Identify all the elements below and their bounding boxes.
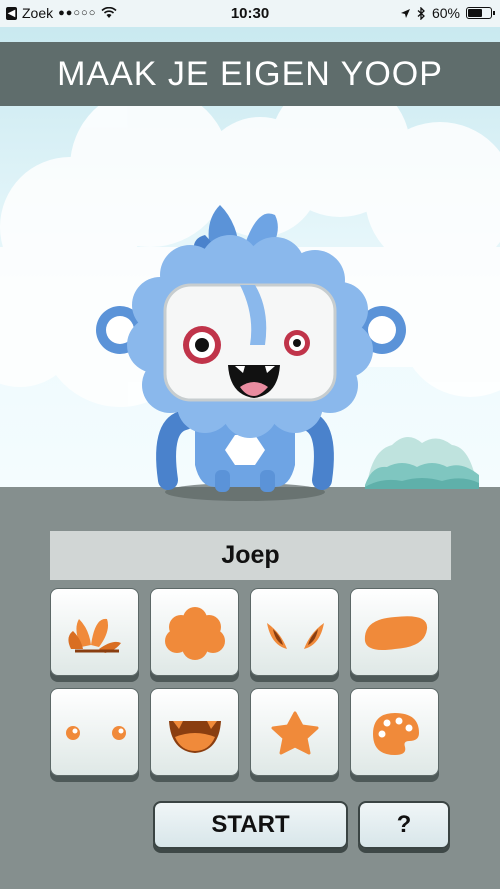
palette-icon [373, 713, 419, 755]
eyes-part-button[interactable] [50, 688, 139, 776]
yoop-character [96, 205, 406, 501]
face-shape-icon [364, 616, 428, 650]
location-icon [400, 8, 410, 18]
hair-part-button[interactable] [50, 588, 139, 676]
hair-icon [68, 618, 121, 653]
page-title: MAAK JE EIGEN YOOP [57, 54, 443, 93]
battery-percent: 60% [431, 5, 460, 21]
bluetooth-icon [417, 6, 425, 20]
ears-part-button[interactable] [250, 588, 339, 676]
battery-icon [466, 7, 495, 19]
start-button[interactable]: START [153, 801, 348, 849]
character-name-display: Joep [50, 531, 451, 580]
mouth-icon [169, 721, 221, 753]
body-part-button[interactable] [250, 688, 339, 776]
fur-part-button[interactable] [150, 588, 239, 676]
eyes-icon [66, 726, 126, 740]
fur-icon [165, 607, 225, 660]
face-shape-part-button[interactable] [350, 588, 439, 676]
ears-icon [267, 623, 324, 649]
help-button[interactable]: ? [358, 801, 450, 849]
status-bar: ◀ Zoek ●●○○○ 10:30 60% [0, 0, 500, 27]
title-bar: MAAK JE EIGEN YOOP [0, 42, 500, 106]
mouth-part-button[interactable] [150, 688, 239, 776]
color-part-button[interactable] [350, 688, 439, 776]
star-icon [271, 711, 319, 755]
